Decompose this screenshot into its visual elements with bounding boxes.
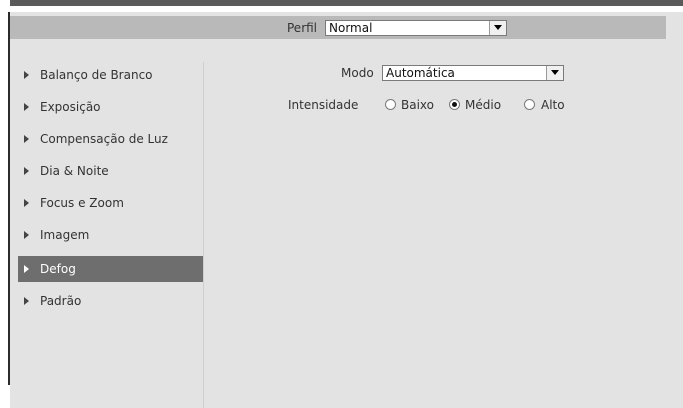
profile-label: Perfil — [287, 21, 318, 35]
window-top-bar — [0, 0, 683, 12]
mode-dropdown-button[interactable] — [546, 66, 563, 80]
sidebar-item-dia-e-noite[interactable]: Dia & Noite — [18, 158, 203, 184]
sidebar-item-label: Focus e Zoom — [40, 196, 124, 210]
chevron-down-icon — [551, 70, 559, 75]
sidebar-item-compensacao-de-luz[interactable]: Compensação de Luz — [18, 126, 203, 152]
top-border — [10, 0, 683, 6]
intensity-radio-medio[interactable] — [449, 99, 460, 110]
intensity-option-baixo[interactable]: Baixo — [401, 97, 434, 113]
caret-right-icon — [24, 103, 29, 111]
caret-right-icon — [24, 167, 29, 175]
sidebar-item-exposicao[interactable]: Exposição — [18, 94, 203, 120]
sidebar-menu: Balanço de Branco Exposição Compensação … — [18, 62, 203, 408]
mode-label: Modo — [341, 66, 374, 80]
intensity-label: Intensidade — [288, 98, 359, 112]
left-edge — [0, 12, 10, 408]
sidebar-item-label: Compensação de Luz — [40, 132, 168, 146]
sidebar-item-imagem[interactable]: Imagem — [18, 222, 203, 248]
sidebar-item-label: Exposição — [40, 100, 101, 114]
mode-select[interactable]: Automática — [382, 65, 564, 81]
sidebar-item-balanco-de-branco[interactable]: Balanço de Branco — [18, 62, 203, 88]
profile-select-value: Normal — [329, 21, 373, 35]
caret-right-icon — [24, 71, 29, 79]
sidebar-item-focus-e-zoom[interactable]: Focus e Zoom — [18, 190, 203, 216]
mode-select-value: Automática — [386, 66, 455, 80]
caret-right-icon — [24, 231, 29, 239]
sidebar-divider — [203, 62, 204, 408]
intensity-radio-alto[interactable] — [524, 99, 535, 110]
sidebar-item-padrao[interactable]: Padrão — [18, 288, 203, 314]
profile-dropdown-button[interactable] — [489, 21, 506, 35]
caret-right-icon — [24, 297, 29, 305]
radio-selected-dot — [452, 102, 457, 107]
sidebar-item-label: Balanço de Branco — [40, 68, 153, 82]
chevron-down-icon — [494, 25, 502, 30]
intensity-option-medio[interactable]: Médio — [465, 97, 501, 113]
profile-select[interactable]: Normal — [325, 20, 507, 36]
sidebar-item-label: Imagem — [40, 228, 90, 242]
intensity-option-alto[interactable]: Alto — [541, 97, 565, 113]
caret-right-icon — [24, 265, 29, 273]
caret-right-icon — [24, 199, 29, 207]
sidebar-item-label: Padrão — [40, 294, 82, 308]
sidebar-item-label: Dia & Noite — [40, 164, 109, 178]
sidebar-item-defog[interactable]: Defog — [18, 256, 203, 282]
caret-right-icon — [24, 135, 29, 143]
intensity-radio-baixo[interactable] — [385, 99, 396, 110]
sidebar-item-label: Defog — [40, 262, 76, 276]
